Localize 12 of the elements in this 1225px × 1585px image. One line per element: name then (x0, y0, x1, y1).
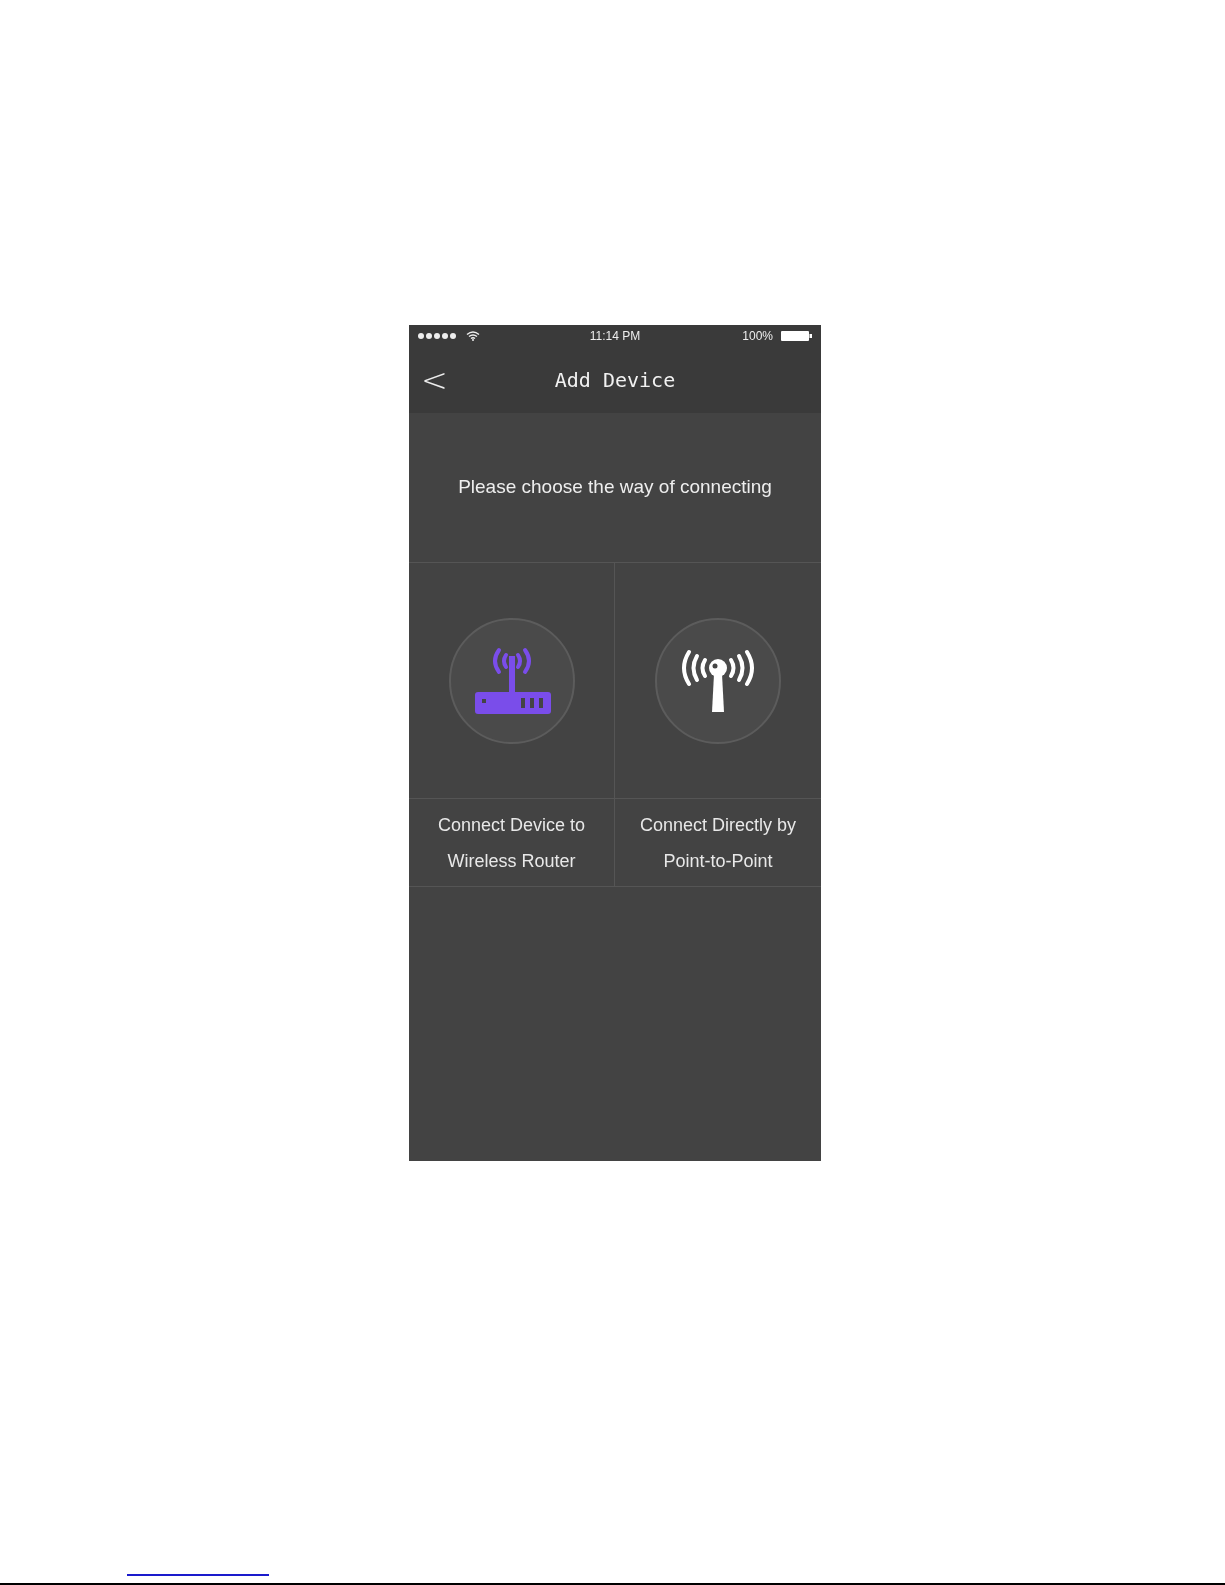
prompt-text: Please choose the way of connecting (458, 475, 772, 500)
connection-option[interactable]: Connect Device to Wireless Router (409, 563, 615, 886)
battery-percent: 100% (742, 328, 773, 345)
battery-icon (781, 331, 812, 341)
option-label: Connect Device to Wireless Router (437, 813, 586, 873)
screen-title: Add Device (554, 367, 676, 394)
option-label: Connect Directly by Point-to-Point (639, 813, 797, 873)
status-time: 11:14 PM (588, 328, 642, 345)
signal-icon (418, 333, 458, 339)
back-button[interactable]: < (421, 364, 448, 396)
wifi-icon (466, 331, 480, 341)
connection-option[interactable]: Connect Directly by Point-to-Point (615, 563, 821, 886)
